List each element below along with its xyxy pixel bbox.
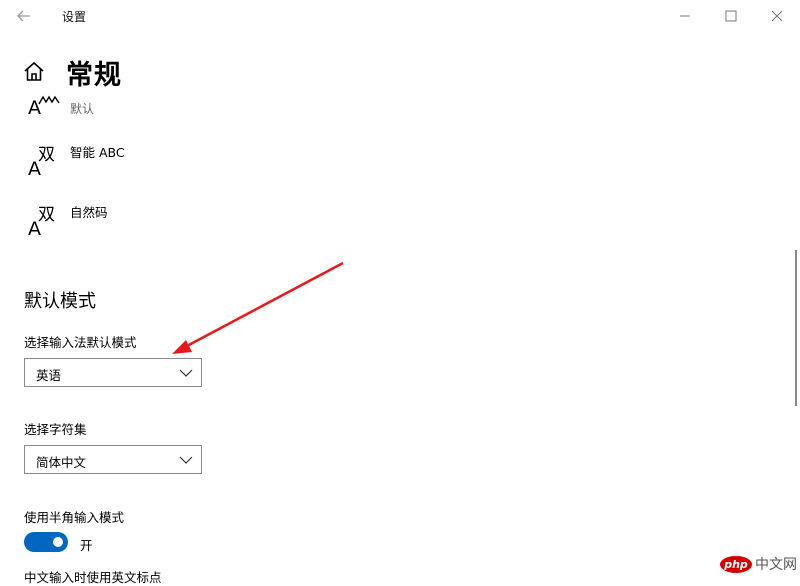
input-mode-dropdown[interactable]: 英语 [24, 358, 202, 387]
page-title: 常规 [66, 60, 122, 91]
close-icon [771, 10, 783, 22]
watermark-text: 中文网 [755, 557, 797, 573]
ime-list-item-ziranma[interactable]: 双 A 自然码 [24, 202, 324, 252]
charset-label: 选择字符集 [24, 422, 87, 437]
ime-list-item-default[interactable]: A 默认 [24, 93, 324, 143]
toggle-knob [53, 537, 63, 547]
halfwidth-toggle[interactable] [24, 532, 68, 552]
halfwidth-label: 使用半角输入模式 [24, 510, 125, 525]
title-bar: 设置 [0, 0, 800, 32]
next-option-label: 中文输入时使用英文标点 [24, 570, 162, 585]
ime-name: 自然码 [70, 205, 108, 220]
watermark: php 中文网 [720, 554, 797, 574]
ime-icon: 双 A [28, 205, 55, 240]
minimize-button[interactable] [662, 0, 708, 32]
input-mode-value: 英语 [36, 368, 62, 383]
ime-icon: A [24, 93, 60, 133]
charset-dropdown[interactable]: 简体中文 [24, 445, 202, 474]
chevron-down-icon [179, 369, 193, 377]
maximize-button[interactable] [708, 0, 754, 32]
php-logo-icon: php [720, 555, 752, 573]
close-button[interactable] [754, 0, 800, 32]
halfwidth-toggle-state: 开 [80, 538, 93, 553]
maximize-icon [725, 10, 737, 22]
arrow-left-icon [17, 10, 30, 22]
ime-subtitle: 默认 [70, 102, 95, 116]
ime-wave-glyph [38, 95, 60, 105]
ime-icon: 双 A [28, 145, 55, 180]
window-title: 设置 [62, 10, 87, 24]
home-icon [24, 62, 44, 81]
back-button[interactable] [10, 4, 38, 28]
scrollbar-thumb[interactable] [795, 250, 797, 406]
ime-list-item-abc[interactable]: 双 A 智能 ABC [24, 142, 324, 192]
chevron-down-icon [179, 456, 193, 464]
minimize-icon [680, 15, 690, 17]
ime-name: 智能 ABC [70, 145, 125, 160]
charset-value: 简体中文 [36, 455, 87, 470]
input-mode-label: 选择输入法默认模式 [24, 335, 137, 350]
section-heading-default-mode: 默认模式 [24, 291, 96, 312]
